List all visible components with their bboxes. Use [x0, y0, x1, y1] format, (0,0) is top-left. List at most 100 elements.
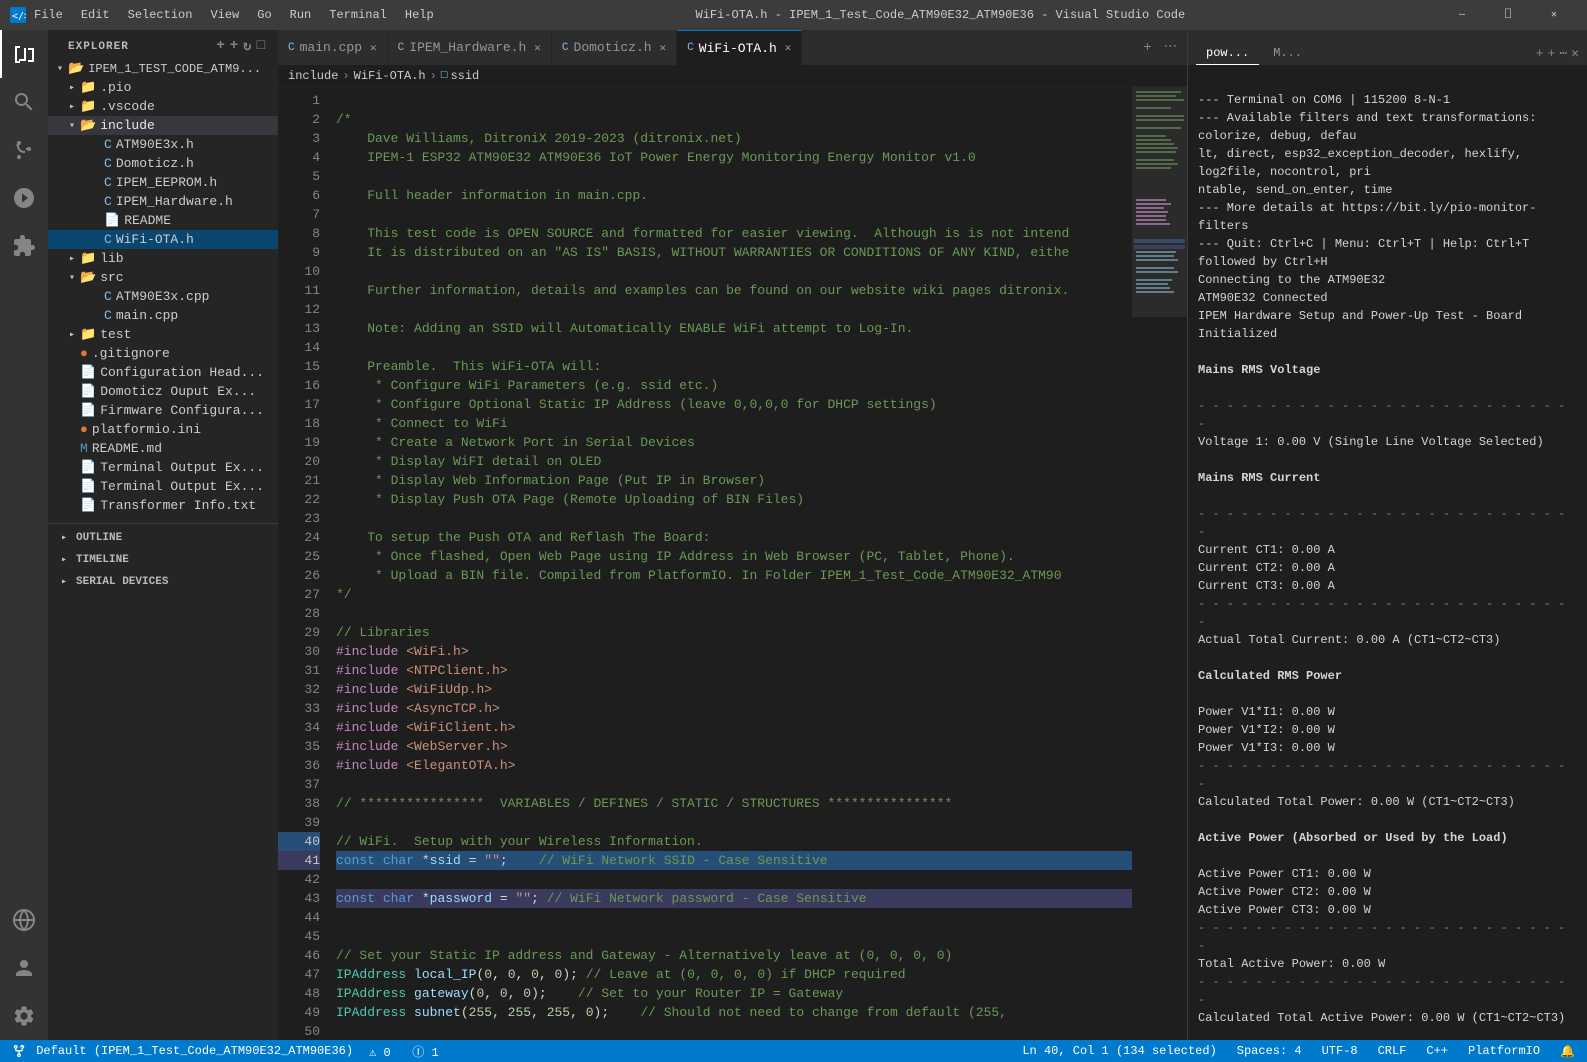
- title-bar: </> const menuData = JSON.parse(document…: [0, 0, 1587, 30]
- remote-activity-icon[interactable]: [0, 896, 48, 944]
- status-bar-right: Ln 40, Col 1 (134 selected) Spaces: 4 UT…: [1018, 1044, 1579, 1059]
- tab-ipem-hardware-h[interactable]: C IPEM_Hardware.h ✕: [388, 30, 552, 65]
- sidebar-title: EXPLORER: [68, 41, 129, 53]
- minimap[interactable]: [1132, 87, 1187, 1040]
- account-activity-icon[interactable]: [0, 944, 48, 992]
- menu-item-help[interactable]: Help: [397, 0, 442, 30]
- sidebar-item-wifiota-h[interactable]: C WiFi-OTA.h: [48, 230, 278, 249]
- sidebar-item-readme[interactable]: 📄 README: [48, 211, 278, 230]
- branch-status[interactable]: Default (IPEM_1_Test_Code_ATM90E32_ATM90…: [8, 1044, 357, 1058]
- breadcrumb-include[interactable]: include: [288, 69, 338, 83]
- tab-wifiota-close[interactable]: ✕: [785, 41, 792, 55]
- tab-main-cpp[interactable]: C main.cpp ✕: [278, 30, 388, 65]
- sidebar-item-config-header[interactable]: 📄 Configuration Head...: [48, 363, 278, 382]
- breadcrumb-wifiota[interactable]: WiFi-OTA.h: [354, 69, 426, 83]
- panel-close-button[interactable]: ✕: [1571, 46, 1579, 61]
- panel-tab-pow[interactable]: pow...: [1196, 42, 1259, 65]
- sidebar-item-atm90e3x-h[interactable]: C ATM90E3x.h: [48, 135, 278, 154]
- panel-new-button[interactable]: +: [1536, 46, 1544, 61]
- tab-split-button[interactable]: +: [1139, 38, 1155, 58]
- sidebar-item-ipem-eeprom-h[interactable]: C IPEM_EEPROM.h: [48, 173, 278, 192]
- sidebar-item-firmware-config[interactable]: 📄 Firmware Configura...: [48, 401, 278, 420]
- refresh-button[interactable]: ↻: [243, 38, 252, 55]
- sidebar-item-include[interactable]: ▾ 📂 include: [48, 116, 278, 135]
- breadcrumb-ssid[interactable]: □ ssid: [441, 69, 479, 83]
- tabs-bar: C main.cpp ✕ C IPEM_Hardware.h ✕ C Domot…: [278, 30, 1187, 65]
- tab-main-cpp-close[interactable]: ✕: [370, 41, 377, 55]
- outline-section[interactable]: ▸ OUTLINE: [48, 524, 278, 546]
- sidebar-item-readme-md[interactable]: M README.md: [48, 439, 278, 458]
- new-file-button[interactable]: +: [216, 38, 225, 55]
- indent-status[interactable]: Spaces: 4: [1233, 1044, 1306, 1058]
- explorer-activity-icon[interactable]: [0, 30, 48, 78]
- timeline-section[interactable]: ▸ TIMELINE: [48, 546, 278, 568]
- sidebar-item-gitignore[interactable]: ● .gitignore: [48, 344, 278, 363]
- tab-ipem-hardware-close[interactable]: ✕: [534, 41, 541, 55]
- settings-activity-icon[interactable]: [0, 992, 48, 1040]
- menu-item-edit[interactable]: Edit: [73, 0, 118, 30]
- code-editor[interactable]: /* Dave Williams, DitroniX 2019-2023 (di…: [328, 87, 1132, 1040]
- sidebar-item-src[interactable]: ▾ 📂 src: [48, 268, 278, 287]
- right-panel-content[interactable]: --- Terminal on COM6 | 115200 8-N-1 --- …: [1188, 65, 1587, 1040]
- tab-wifiota-label: WiFi-OTA.h: [699, 41, 777, 56]
- panel-split-button[interactable]: +: [1548, 46, 1556, 61]
- menu-item-selection[interactable]: Selection: [120, 0, 201, 30]
- tab-domoticz-close[interactable]: ✕: [660, 41, 667, 55]
- git-activity-icon[interactable]: [0, 126, 48, 174]
- menu-item-file[interactable]: File: [26, 0, 71, 30]
- sidebar-item-platformio-ini[interactable]: ● platformio.ini: [48, 420, 278, 439]
- tab-main-cpp-label: main.cpp: [300, 40, 362, 55]
- extensions-activity-icon[interactable]: [0, 222, 48, 270]
- tab-domoticz-label: Domoticz.h: [574, 40, 652, 55]
- close-button[interactable]: ✕: [1531, 0, 1577, 30]
- line-numbers: 12345 678910 1112131415 1617181920 21222…: [278, 87, 328, 1040]
- window-controls: — ⎕ ✕: [1439, 0, 1577, 30]
- sidebar-item-pio[interactable]: ▸ 📁 .pio: [48, 78, 278, 97]
- breadcrumb: include › WiFi-OTA.h › □ ssid: [278, 65, 1187, 87]
- status-bar-left: Default (IPEM_1_Test_Code_ATM90E32_ATM90…: [8, 1043, 443, 1060]
- eol-status[interactable]: CRLF: [1374, 1044, 1411, 1058]
- tabs-actions: + ‧‧‧: [1133, 30, 1187, 65]
- collapse-button[interactable]: □: [257, 38, 266, 55]
- minimize-button[interactable]: —: [1439, 0, 1485, 30]
- errors-status[interactable]: ⚠ 0 Ⓘ 1: [365, 1043, 443, 1060]
- tab-domoticz-h[interactable]: C Domoticz.h ✕: [552, 30, 677, 65]
- editor-content: 12345 678910 1112131415 1617181920 21222…: [278, 87, 1187, 1040]
- panel-more-button[interactable]: ⋯: [1559, 46, 1567, 61]
- notifications-status[interactable]: 🔔: [1556, 1044, 1579, 1059]
- activity-bar: [0, 30, 48, 1040]
- window-title: WiFi-OTA.h - IPEM_1_Test_Code_ATM90E32_A…: [442, 8, 1439, 22]
- sidebar-item-lib[interactable]: ▸ 📁 lib: [48, 249, 278, 268]
- new-folder-button[interactable]: +: [230, 38, 239, 55]
- branch-name: Default (IPEM_1_Test_Code_ATM90E32_ATM90…: [36, 1044, 353, 1058]
- encoding-status[interactable]: UTF-8: [1318, 1044, 1362, 1058]
- language-status[interactable]: C++: [1422, 1044, 1452, 1058]
- sidebar-item-atm90e3x-cpp[interactable]: C ATM90E3x.cpp: [48, 287, 278, 306]
- search-activity-icon[interactable]: [0, 78, 48, 126]
- menu-item-terminal[interactable]: Terminal: [321, 0, 395, 30]
- menu-item-view[interactable]: View: [202, 0, 247, 30]
- sidebar-item-domoticz-output[interactable]: 📄 Domoticz Ouput Ex...: [48, 382, 278, 401]
- run-activity-icon[interactable]: [0, 174, 48, 222]
- serial-devices-section[interactable]: ▸ SERIAL DEVICES: [48, 568, 278, 590]
- menu-item-run[interactable]: Run: [282, 0, 320, 30]
- sidebar-item-root[interactable]: ▾ 📂 IPEM_1_TEST_CODE_ATM9...: [48, 59, 278, 78]
- sidebar-item-test[interactable]: ▸ 📁 test: [48, 325, 278, 344]
- cursor-position-status[interactable]: Ln 40, Col 1 (134 selected): [1018, 1044, 1220, 1058]
- sidebar-tree: ▾ 📂 IPEM_1_TEST_CODE_ATM9... ▸ 📁 .pio ▸ …: [48, 59, 278, 1040]
- sidebar-item-terminal-output-1[interactable]: 📄 Terminal Output Ex...: [48, 458, 278, 477]
- app-icon: </>: [10, 7, 26, 23]
- sidebar-item-vscode[interactable]: ▸ 📁 .vscode: [48, 97, 278, 116]
- sidebar-item-main-cpp[interactable]: C main.cpp: [48, 306, 278, 325]
- panel-tab-m[interactable]: M...: [1263, 42, 1312, 65]
- sidebar-item-domoticz-h[interactable]: C Domoticz.h: [48, 154, 278, 173]
- menu-item-go[interactable]: Go: [249, 0, 279, 30]
- maximize-button[interactable]: ⎕: [1485, 0, 1531, 30]
- tab-more-button[interactable]: ‧‧‧: [1160, 37, 1181, 58]
- sidebar-item-terminal-output-2[interactable]: 📄 Terminal Output Ex...: [48, 477, 278, 496]
- editor-area: C main.cpp ✕ C IPEM_Hardware.h ✕ C Domot…: [278, 30, 1187, 1040]
- tab-wifiota-h[interactable]: C WiFi-OTA.h ✕: [677, 30, 802, 65]
- sidebar-item-ipem-hardware-h[interactable]: C IPEM_Hardware.h: [48, 192, 278, 211]
- sidebar-item-transformer-info[interactable]: 📄 Transformer Info.txt: [48, 496, 278, 515]
- platformio-status[interactable]: PlatformIO: [1464, 1044, 1544, 1058]
